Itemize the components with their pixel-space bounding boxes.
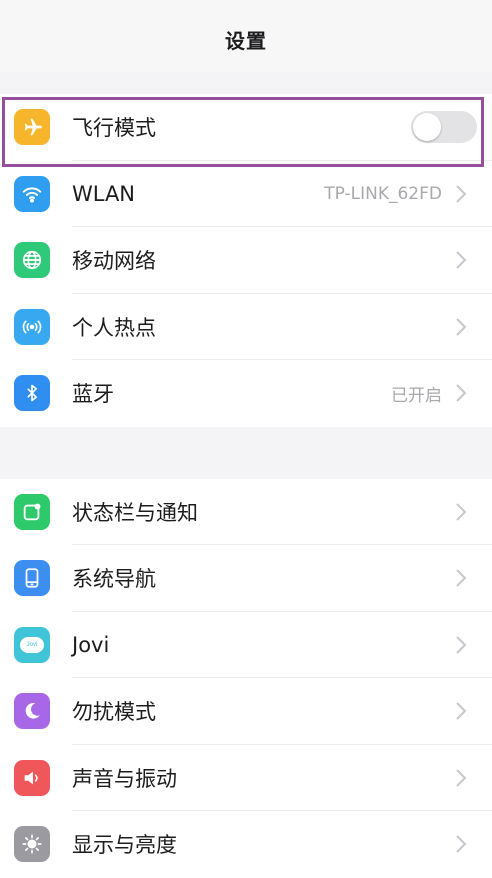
airplane-icon bbox=[14, 109, 50, 146]
header: 设置 bbox=[0, 0, 492, 72]
moon-icon bbox=[14, 693, 50, 730]
settings-item-do-not-disturb[interactable]: 勿扰模式 bbox=[0, 678, 492, 745]
chevron-right-icon bbox=[450, 767, 472, 789]
chevron-right-icon bbox=[450, 567, 472, 589]
airplane-mode-toggle[interactable] bbox=[411, 111, 477, 144]
settings-item-label: 系统导航 bbox=[72, 567, 156, 592]
jovi-icon: Jovi bbox=[14, 626, 50, 663]
chevron-right-icon bbox=[450, 183, 472, 205]
settings-item-display-brightness[interactable]: 显示与亮度 bbox=[0, 811, 492, 878]
notification-icon bbox=[14, 493, 50, 530]
settings-item-airplane-mode[interactable]: 飞行模式 bbox=[0, 94, 492, 161]
settings-item-label: 移动网络 bbox=[72, 249, 156, 274]
wifi-icon bbox=[14, 175, 50, 212]
section-gap bbox=[0, 426, 492, 479]
settings-item-label: 个人热点 bbox=[72, 315, 156, 340]
chevron-right-icon bbox=[450, 501, 472, 523]
chevron-right-icon bbox=[450, 316, 472, 338]
settings-group-connectivity: 飞行模式 WLAN TP-LINK_62FD 移动网络 个人热点 蓝牙 已开启 bbox=[0, 94, 492, 427]
chevron-right-icon bbox=[450, 634, 472, 656]
settings-item-hotspot[interactable]: 个人热点 bbox=[0, 294, 492, 361]
jovi-icon-text: Jovi bbox=[26, 641, 38, 648]
settings-item-label: 勿扰模式 bbox=[72, 700, 156, 725]
chevron-right-icon bbox=[450, 249, 472, 271]
settings-group-system: 状态栏与通知 系统导航 Jovi Jovi 勿扰模式 声音与振动 显示与亮度 bbox=[0, 478, 492, 878]
settings-item-bluetooth[interactable]: 蓝牙 已开启 bbox=[0, 360, 492, 427]
bluetooth-status: 已开启 bbox=[391, 385, 442, 406]
settings-item-label: WLAN bbox=[72, 181, 136, 206]
speaker-icon bbox=[14, 759, 50, 796]
settings-item-system-navigation[interactable]: 系统导航 bbox=[0, 545, 492, 612]
chevron-right-icon bbox=[450, 382, 472, 404]
settings-item-label: 状态栏与通知 bbox=[72, 500, 198, 525]
settings-item-statusbar-notifications[interactable]: 状态栏与通知 bbox=[0, 479, 492, 546]
navigation-icon bbox=[14, 560, 50, 597]
chevron-right-icon bbox=[450, 833, 472, 855]
sun-icon bbox=[14, 826, 50, 863]
settings-item-sound-vibration[interactable]: 声音与振动 bbox=[0, 745, 492, 812]
settings-item-label: Jovi bbox=[72, 632, 110, 657]
wlan-network-name: TP-LINK_62FD bbox=[324, 183, 442, 204]
settings-item-label: 显示与亮度 bbox=[72, 833, 177, 858]
settings-item-label: 飞行模式 bbox=[72, 116, 156, 141]
section-gap bbox=[0, 72, 492, 94]
chevron-right-icon bbox=[450, 700, 472, 722]
settings-item-label: 声音与振动 bbox=[72, 766, 177, 791]
globe-icon bbox=[14, 242, 50, 279]
settings-item-mobile-network[interactable]: 移动网络 bbox=[0, 227, 492, 294]
hotspot-icon bbox=[14, 308, 50, 345]
toggle-knob bbox=[413, 113, 441, 142]
bluetooth-icon bbox=[14, 375, 50, 412]
settings-item-jovi[interactable]: Jovi Jovi bbox=[0, 612, 492, 679]
settings-item-label: 蓝牙 bbox=[72, 382, 114, 407]
page-title: 设置 bbox=[225, 29, 267, 53]
settings-item-wlan[interactable]: WLAN TP-LINK_62FD bbox=[0, 161, 492, 228]
